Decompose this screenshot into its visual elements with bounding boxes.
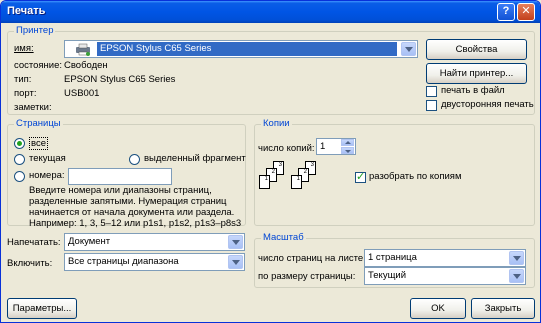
- copies-count-spinner[interactable]: 1: [316, 138, 356, 155]
- scale-value: Текущий: [368, 270, 406, 281]
- printer-name-value: EPSON Stylus C65 Series: [97, 42, 397, 56]
- chevron-down-icon[interactable]: [509, 251, 524, 265]
- pages-selection-radio[interactable]: [129, 154, 140, 165]
- close-button[interactable]: Закрыть: [471, 298, 535, 319]
- collate-page-1b: 1: [291, 175, 302, 189]
- pages-numbers-radio[interactable]: [14, 171, 25, 182]
- printer-name-label: имя:: [14, 43, 34, 54]
- spinner-down-icon[interactable]: [341, 147, 354, 154]
- duplex-checkbox[interactable]: [426, 100, 437, 111]
- pages-current-radio[interactable]: [14, 154, 25, 165]
- window-title: Печать: [7, 5, 46, 17]
- printer-type-label: тип:: [14, 74, 32, 85]
- chevron-down-icon[interactable]: [228, 255, 243, 269]
- printer-status-label: состояние:: [14, 60, 63, 71]
- title-bar: Печать ? ✕: [1, 1, 540, 23]
- chevron-down-icon[interactable]: [401, 42, 416, 56]
- pages-per-sheet-select[interactable]: 1 страница: [364, 249, 526, 267]
- pages-hint-line-1: Введите номера или диапазоны страниц,: [29, 185, 212, 196]
- print-what-label: Напечатать:: [7, 237, 61, 248]
- properties-button[interactable]: Свойства: [426, 39, 527, 60]
- chevron-down-icon[interactable]: [509, 269, 524, 283]
- collate-pages-icon: 3 2 1 3 2 1: [259, 161, 349, 207]
- pages-group-label: Страницы: [14, 118, 63, 129]
- pages-numbers-input[interactable]: [68, 168, 172, 185]
- scale-select[interactable]: Текущий: [364, 267, 526, 285]
- print-to-file-checkbox[interactable]: [426, 86, 437, 97]
- printer-port-label: порт:: [14, 88, 37, 99]
- printer-port-value: USB001: [64, 88, 100, 99]
- close-window-button[interactable]: ✕: [517, 3, 535, 21]
- collate-page-1a: 1: [259, 175, 270, 189]
- zoom-group-label: Масштаб: [261, 232, 306, 243]
- pages-per-sheet-value: 1 страница: [368, 252, 417, 263]
- printer-comment-label: заметки:: [14, 102, 52, 113]
- printer-type-value: EPSON Stylus C65 Series: [64, 74, 176, 85]
- pages-current-label[interactable]: текущая: [29, 153, 66, 164]
- duplex-label[interactable]: двусторонняя печать: [441, 99, 534, 110]
- find-printer-button[interactable]: Найти принтер...: [426, 63, 527, 84]
- print-dialog: Печать ? ✕ Принтер имя: EPSON Stylus C65…: [0, 0, 541, 323]
- pages-all-radio[interactable]: [14, 138, 25, 149]
- copies-count-value: 1: [320, 141, 326, 152]
- printer-status-value: Свободен: [64, 60, 108, 71]
- pages-numbers-label[interactable]: номера:: [29, 170, 65, 181]
- printer-icon: [75, 43, 91, 56]
- ok-button[interactable]: OK: [410, 298, 466, 319]
- include-select[interactable]: Все страницы диапазона: [64, 253, 245, 271]
- collate-checkbox[interactable]: [355, 170, 366, 183]
- pages-all-label[interactable]: все: [29, 137, 48, 150]
- options-button[interactable]: Параметры...: [7, 298, 77, 319]
- pages-per-sheet-label: число страниц на листе:: [258, 253, 366, 264]
- printer-group-label: Принтер: [14, 25, 56, 36]
- scale-label: по размеру страницы:: [258, 271, 356, 282]
- print-what-value: Документ: [68, 236, 111, 247]
- chevron-down-icon[interactable]: [228, 235, 243, 249]
- copies-count-label: число копий:: [258, 143, 315, 154]
- pages-hint-line-4: Например: 1, 3, 5–12 или p1s1, p1s2, p1s…: [29, 218, 242, 229]
- copies-group-label: Копии: [261, 118, 292, 129]
- spinner-up-icon[interactable]: [341, 139, 354, 146]
- include-value: Все страницы диапазона: [68, 256, 179, 267]
- help-button[interactable]: ?: [497, 3, 515, 21]
- pages-selection-label[interactable]: выделенный фрагмент: [144, 153, 246, 164]
- printer-name-select[interactable]: EPSON Stylus C65 Series: [64, 40, 418, 58]
- pages-hint-line-3: начинается от начала документа или разде…: [29, 207, 235, 218]
- collate-label[interactable]: разобрать по копиям: [369, 171, 461, 182]
- print-what-select[interactable]: Документ: [64, 233, 245, 251]
- include-label: Включить:: [7, 258, 53, 269]
- print-to-file-label[interactable]: печать в файл: [441, 85, 505, 96]
- pages-hint-line-2: разделенные запятыми. Нумерация страниц: [29, 196, 227, 207]
